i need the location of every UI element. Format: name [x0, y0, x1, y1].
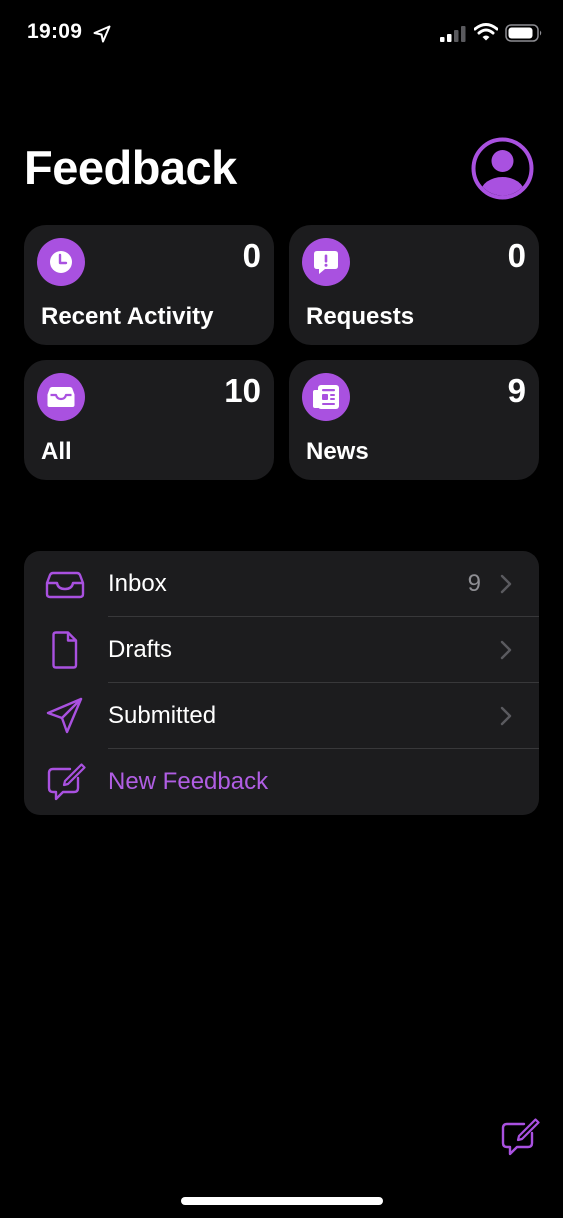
- newspaper-icon: [302, 373, 350, 421]
- person-circle-icon: [471, 137, 534, 200]
- chevron-right-icon: [500, 574, 512, 594]
- chevron-right-icon: [500, 706, 512, 726]
- tile-count: 0: [507, 237, 526, 274]
- tray-icon: [45, 571, 85, 599]
- tray-icon: [37, 373, 85, 421]
- tile-count: 0: [242, 237, 261, 274]
- tile-count: 10: [224, 372, 261, 409]
- tile-requests[interactable]: 0 Requests: [289, 225, 539, 345]
- row-label: Inbox: [108, 570, 167, 597]
- row-label: Drafts: [108, 636, 173, 663]
- tile-count: 9: [507, 372, 526, 409]
- document-icon: [52, 631, 78, 669]
- wifi-icon: [474, 23, 498, 41]
- list-item-drafts[interactable]: Drafts: [24, 617, 539, 683]
- cellular-signal-icon: [440, 26, 466, 42]
- tile-label: News: [306, 438, 369, 465]
- tile-label: Requests: [306, 303, 415, 330]
- clock-icon: [37, 238, 85, 286]
- list-item-inbox[interactable]: Inbox 9: [24, 551, 539, 617]
- status-time: 19:09: [27, 20, 83, 43]
- mailbox-list: Inbox 9 Drafts Submitted New Feedback: [24, 551, 539, 815]
- home-indicator[interactable]: [181, 1197, 383, 1205]
- row-label: Submitted: [108, 702, 217, 729]
- compose-icon: [47, 763, 86, 801]
- tile-recent-activity[interactable]: 0 Recent Activity: [24, 225, 274, 345]
- location-arrow-icon: [93, 25, 111, 43]
- page-title: Feedback: [24, 141, 237, 194]
- status-bar: 19:09: [0, 0, 563, 70]
- tile-label: All: [41, 438, 72, 465]
- tile-label: Recent Activity: [41, 303, 214, 330]
- profile-button[interactable]: [471, 137, 534, 200]
- list-item-new-feedback[interactable]: New Feedback: [24, 749, 539, 815]
- battery-icon: [505, 24, 542, 42]
- compose-icon: [501, 1118, 540, 1156]
- tile-news[interactable]: 9 News: [289, 360, 539, 480]
- row-count: 9: [467, 570, 481, 597]
- row-label: New Feedback: [108, 768, 269, 795]
- exclamation-bubble-icon: [302, 238, 350, 286]
- compose-button[interactable]: [498, 1117, 540, 1157]
- tile-all[interactable]: 10 All: [24, 360, 274, 480]
- chevron-right-icon: [500, 640, 512, 660]
- paper-plane-icon: [46, 697, 83, 734]
- list-item-submitted[interactable]: Submitted: [24, 683, 539, 749]
